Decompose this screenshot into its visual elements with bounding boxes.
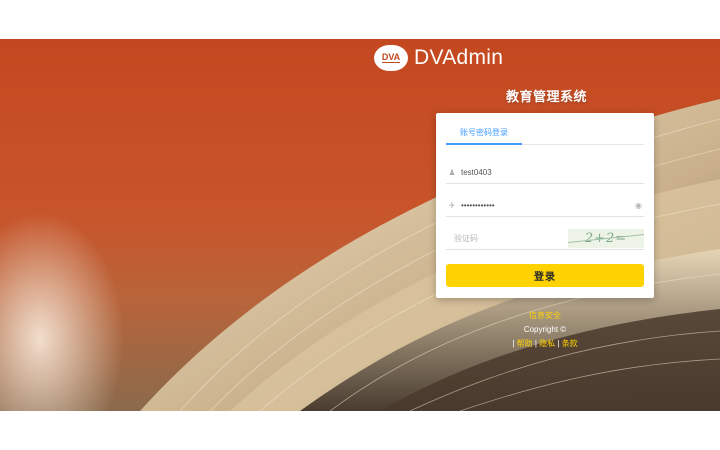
captcha-image[interactable]: 2+2= <box>568 229 644 248</box>
logo-name: DVAdmin <box>414 46 504 69</box>
system-title: 教育管理系统 <box>506 89 588 104</box>
app-logo: DVA DVAdmin <box>374 44 503 72</box>
tab-account-password[interactable]: 账号密码登录 <box>446 125 522 145</box>
footer-security-link[interactable]: 信息安全 <box>500 309 590 323</box>
footer-link-help[interactable]: 帮助 <box>517 339 533 348</box>
eye-icon[interactable]: ◉ <box>635 201 642 210</box>
page-footer: 信息安全 Copyright © | 帮助 | 隐私 | 条款 <box>500 309 590 351</box>
footer-link-terms[interactable]: 条款 <box>562 339 578 348</box>
login-card: 账号密码登录 ♟ test0403 ✈ •••••••••••• ◉ 验证码 2… <box>436 113 654 298</box>
password-input[interactable]: •••••••••••• <box>461 201 635 210</box>
username-input[interactable]: test0403 <box>461 168 644 177</box>
footer-link-privacy[interactable]: 隐私 <box>539 339 555 348</box>
captcha-field[interactable]: 验证码 2+2= <box>446 228 644 250</box>
lock-icon: ✈ <box>448 201 456 210</box>
login-button[interactable]: 登录 <box>446 264 644 287</box>
footer-copyright: Copyright © <box>523 325 567 334</box>
login-tabs: 账号密码登录 <box>446 125 644 145</box>
logo-badge: DVA <box>374 45 408 71</box>
username-field[interactable]: ♟ test0403 <box>446 162 644 184</box>
password-field[interactable]: ✈ •••••••••••• ◉ <box>446 195 644 217</box>
footer-links: | 帮助 | 隐私 | 条款 <box>512 339 578 348</box>
captcha-input[interactable]: 验证码 <box>446 233 568 244</box>
user-icon: ♟ <box>448 168 456 177</box>
